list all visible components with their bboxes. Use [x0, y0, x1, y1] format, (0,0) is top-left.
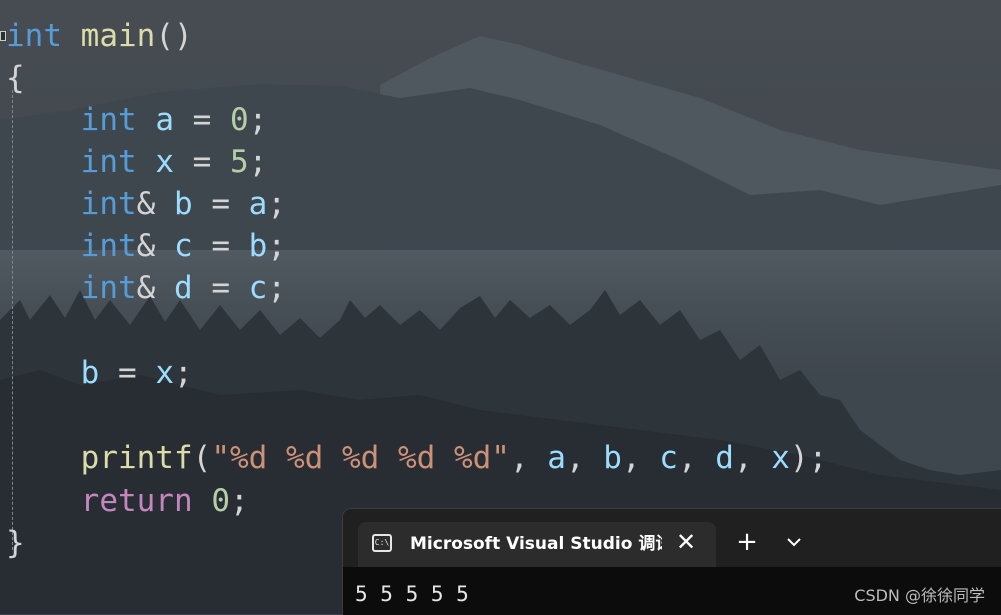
comma-token: ,	[621, 440, 660, 476]
code-line-4: int x = 5;	[6, 141, 268, 183]
watermark-text: CSDN @徐徐同学	[854, 586, 985, 605]
brace-token: }	[6, 525, 25, 561]
terminal-tab-strip: C:\ Microsoft Visual Studio 调试控制台 ✕ +	[343, 509, 1001, 568]
code-line-7: int& d = c;	[6, 267, 286, 309]
console-icon: C:\	[372, 534, 392, 552]
terminal-output-text: 5 5 5 5 5	[355, 582, 469, 606]
code-line-12: return 0;	[6, 480, 249, 522]
keyword-token: int	[80, 144, 137, 180]
comma-token: ,	[565, 440, 604, 476]
operator-token: =	[192, 186, 249, 222]
variable-token: a	[248, 186, 268, 222]
plus-icon[interactable]: +	[731, 526, 763, 558]
number-token: 5	[230, 144, 249, 180]
variable-token: x	[771, 440, 790, 476]
variable-token: x	[155, 355, 174, 391]
close-icon[interactable]: ✕	[672, 528, 700, 556]
variable-token: b	[173, 186, 193, 222]
reference-token: &	[136, 186, 174, 222]
keyword-token: int	[80, 186, 137, 222]
operator-token: =	[192, 270, 249, 306]
operator-token: =	[99, 355, 156, 391]
comma-token: ,	[677, 440, 716, 476]
terminal-tab-title: Microsoft Visual Studio 调试控制台	[410, 534, 662, 554]
paren-token: (	[192, 440, 212, 476]
variable-token: d	[173, 270, 193, 306]
function-token: printf	[80, 440, 193, 476]
variable-token: d	[715, 440, 734, 476]
reference-token: &	[136, 228, 174, 264]
string-token: "%d %d %d %d %d"	[211, 440, 510, 476]
comma-token: ,	[509, 440, 548, 476]
operator-token: =	[174, 144, 230, 180]
semicolon-token: ;	[229, 483, 249, 519]
semicolon-token: ;	[248, 144, 268, 180]
variable-token: x	[155, 144, 174, 180]
code-line-5: int& b = a;	[6, 183, 286, 225]
code-line-13: }	[6, 522, 25, 564]
variable-token: c	[173, 228, 193, 264]
operator-token: =	[192, 228, 249, 264]
semicolon-token: ;	[248, 102, 268, 138]
chevron-down-icon[interactable]	[779, 526, 809, 558]
variable-token: a	[547, 440, 566, 476]
code-line-2: {	[6, 57, 25, 99]
number-token: 0	[211, 483, 230, 519]
semicolon-token: ;	[174, 355, 193, 391]
brace-token: {	[6, 60, 25, 96]
code-line-11: printf("%d %d %d %d %d", a, b, c, d, x);	[6, 437, 828, 479]
code-line-1: int main()	[6, 15, 193, 57]
variable-token: b	[248, 228, 268, 264]
number-token: 0	[230, 102, 249, 138]
paren-token: );	[789, 440, 828, 476]
keyword-token: int	[80, 102, 137, 138]
keyword-token: int	[6, 18, 62, 54]
reference-token: &	[136, 270, 174, 306]
operator-token: =	[174, 102, 230, 138]
variable-token: c	[248, 270, 268, 306]
variable-token: a	[155, 102, 174, 138]
semicolon-token: ;	[267, 228, 286, 264]
keyword-token: int	[80, 228, 137, 264]
code-line-3: int a = 0;	[6, 99, 268, 141]
variable-token: c	[659, 440, 678, 476]
keyword-token: int	[80, 270, 137, 306]
comma-token: ,	[733, 440, 772, 476]
variable-token: b	[603, 440, 622, 476]
code-line-6: int& c = b;	[6, 225, 286, 267]
semicolon-token: ;	[267, 270, 286, 306]
function-token: main	[80, 18, 156, 54]
semicolon-token: ;	[267, 186, 286, 222]
terminal-tab[interactable]: C:\ Microsoft Visual Studio 调试控制台 ✕	[358, 522, 716, 568]
code-line-9: b = x;	[6, 352, 193, 394]
keyword-token: return	[80, 483, 193, 519]
variable-token: b	[80, 355, 100, 391]
punctuation-token: ()	[155, 18, 193, 54]
